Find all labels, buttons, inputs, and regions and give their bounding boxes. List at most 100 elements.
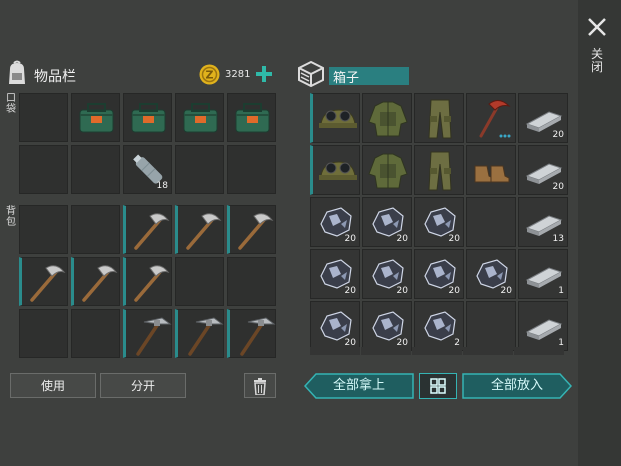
stone-pickaxe-icon [126, 206, 171, 253]
inventory-slot[interactable] [414, 93, 464, 143]
use-button[interactable]: 使用 [10, 373, 96, 398]
backpack-icon [6, 60, 28, 86]
cap-goggles-icon [313, 94, 359, 142]
inventory-slot[interactable]: 1 [518, 249, 568, 299]
inventory-slot[interactable] [175, 309, 224, 358]
coin-count: 3281 [225, 69, 251, 80]
inventory-slot[interactable] [71, 93, 120, 142]
inventory-slot[interactable]: 20 [414, 249, 464, 299]
military-pants-icon [415, 94, 463, 142]
inventory-slot[interactable]: 20 [310, 249, 360, 299]
iron-pickaxe-icon [230, 310, 276, 357]
inventory-slot[interactable]: 20 [310, 197, 360, 247]
iron-pickaxe-icon [126, 310, 172, 357]
svg-text:Z: Z [206, 69, 214, 82]
box-title: 箱子 [333, 71, 360, 86]
inventory-slot[interactable] [466, 145, 516, 195]
inventory-slot[interactable] [362, 93, 412, 143]
inventory-slot[interactable] [123, 257, 172, 306]
inventory-slot[interactable]: 13 [518, 197, 568, 247]
inventory-title: 物品栏 [34, 69, 76, 85]
take-all-label: 全部拿上 [332, 378, 385, 393]
inventory-slot[interactable]: 20 [518, 93, 568, 143]
inventory-slot[interactable] [19, 309, 68, 358]
grid-sort-icon [430, 378, 446, 394]
pocket-label: 口袋 [6, 93, 16, 115]
toolbox-icon [124, 94, 171, 141]
inventory-slot[interactable] [414, 145, 464, 195]
sort-button[interactable] [419, 373, 457, 399]
inventory-slot[interactable]: 20 [518, 145, 568, 195]
item-count: 20 [396, 286, 408, 296]
inventory-slot[interactable] [71, 309, 120, 358]
item-count: 20 [552, 130, 564, 140]
toolbox-icon [72, 94, 119, 141]
inventory-slot[interactable]: 2 [414, 301, 464, 351]
military-pants-icon [415, 146, 463, 194]
inventory-slot[interactable] [466, 93, 516, 143]
put-all-button[interactable]: 全部放入 [462, 373, 572, 399]
item-count: 20 [344, 286, 356, 296]
inventory-slot[interactable] [71, 205, 120, 254]
inventory-slot[interactable]: 20 [310, 301, 360, 351]
inventory-slot[interactable] [19, 145, 68, 194]
inventory-slot[interactable] [310, 93, 360, 143]
inventory-slot[interactable]: 20 [466, 249, 516, 299]
box-scroll-edge [310, 347, 568, 355]
military-jacket-icon [363, 146, 411, 194]
inventory-slot[interactable]: 20 [414, 197, 464, 247]
item-count: 13 [552, 234, 564, 244]
inventory-slot[interactable] [175, 93, 224, 142]
item-count: 1 [558, 286, 564, 296]
inventory-slot[interactable] [227, 257, 276, 306]
inventory-slot[interactable]: 20 [362, 249, 412, 299]
inventory-slot[interactable] [123, 205, 172, 254]
inventory-slot[interactable] [19, 93, 68, 142]
crate-icon [297, 60, 325, 88]
trash-button[interactable] [244, 373, 276, 398]
stone-pickaxe-icon [22, 258, 67, 305]
toolbox-icon [176, 94, 223, 141]
stone-pickaxe-icon [126, 258, 171, 305]
inventory-slot[interactable] [175, 257, 224, 306]
stone-pickaxe-icon [178, 206, 223, 253]
inventory-slot[interactable] [123, 309, 172, 358]
close-button[interactable] [586, 16, 608, 38]
add-coins-button[interactable] [256, 66, 272, 82]
inventory-slot[interactable]: 18 [123, 145, 172, 194]
take-all-button[interactable]: 全部拿上 [304, 373, 414, 399]
inventory-slot[interactable] [175, 205, 224, 254]
inventory-slot[interactable] [175, 145, 224, 194]
inventory-slot[interactable] [310, 145, 360, 195]
inventory-slot[interactable] [227, 309, 276, 358]
inventory-slot[interactable] [466, 197, 516, 247]
item-count: 20 [448, 234, 460, 244]
put-all-label: 全部放入 [490, 378, 543, 393]
trash-icon [254, 378, 266, 396]
inventory-slot[interactable]: 20 [362, 301, 412, 351]
inventory-slot[interactable]: 1 [518, 301, 568, 351]
inventory-slot[interactable] [71, 257, 120, 306]
inventory-slot[interactable] [19, 257, 68, 306]
close-label[interactable]: 关闭 [591, 48, 604, 74]
item-count: 20 [448, 286, 460, 296]
item-count: 20 [552, 182, 564, 192]
boots-icon [467, 146, 515, 194]
inventory-slot[interactable] [362, 145, 412, 195]
inventory-slot[interactable] [123, 93, 172, 142]
inventory-slot[interactable] [71, 145, 120, 194]
inventory-slot[interactable]: 20 [362, 197, 412, 247]
item-count: 20 [500, 286, 512, 296]
inventory-slot[interactable] [227, 205, 276, 254]
inventory-slot[interactable] [19, 205, 68, 254]
item-count: 18 [156, 181, 168, 191]
stone-pickaxe-icon [230, 206, 275, 253]
item-count: 20 [344, 234, 356, 244]
stone-pickaxe-icon [74, 258, 119, 305]
inventory-slot[interactable] [227, 93, 276, 142]
inventory-slot[interactable] [466, 301, 516, 351]
iron-pickaxe-icon [178, 310, 224, 357]
split-button[interactable]: 分开 [100, 373, 186, 398]
inventory-slot[interactable] [227, 145, 276, 194]
red-pickaxe-icon [467, 94, 515, 142]
